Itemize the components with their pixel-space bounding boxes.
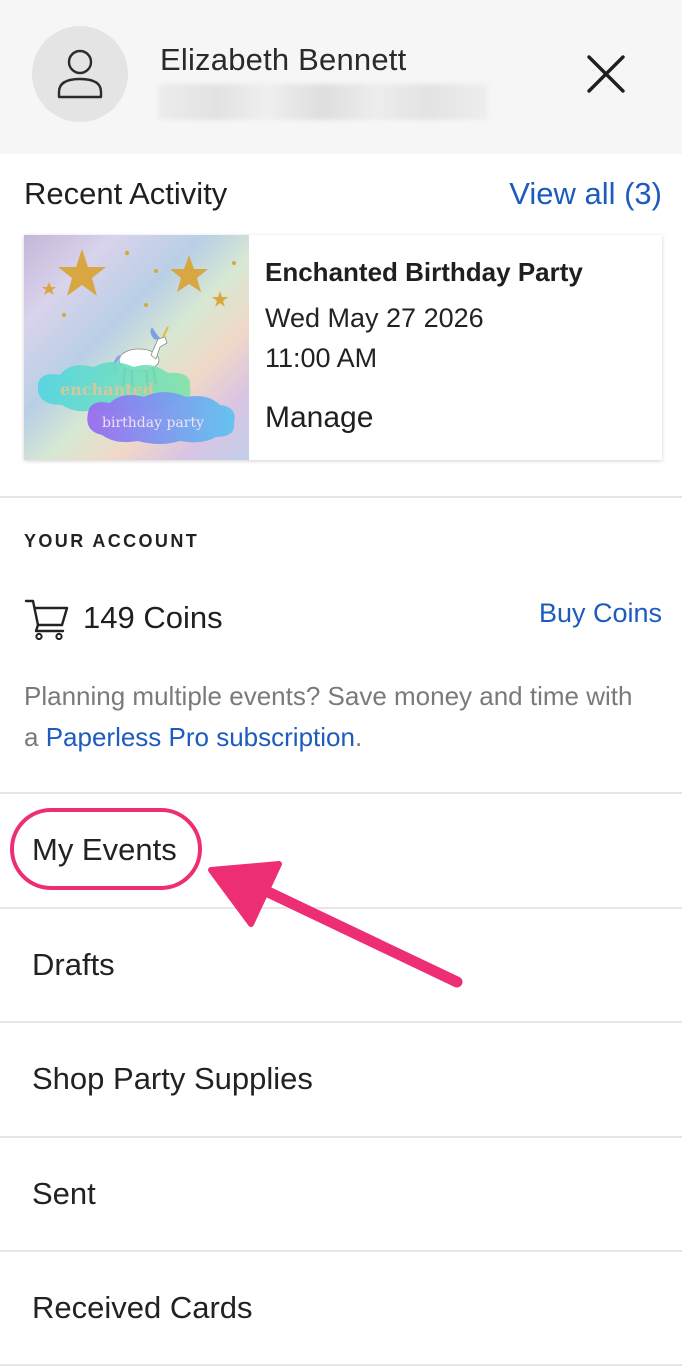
menu-item-shop-party-supplies[interactable]: Shop Party Supplies bbox=[0, 1023, 682, 1135]
cart-icon bbox=[24, 599, 69, 640]
buy-coins-link[interactable]: Buy Coins bbox=[539, 598, 662, 629]
recent-event-card[interactable]: enchanted birthday party Enchanted Birth… bbox=[24, 235, 662, 460]
promo-text: Planning multiple events? Save money and… bbox=[24, 676, 654, 758]
close-button[interactable] bbox=[582, 50, 630, 98]
avatar[interactable] bbox=[32, 26, 128, 122]
menu-item-sent[interactable]: Sent bbox=[0, 1138, 682, 1250]
svg-text:birthday party: birthday party bbox=[102, 415, 204, 431]
menu-item-label: Received Cards bbox=[32, 1290, 253, 1325]
menu-item-received-cards[interactable]: Received Cards bbox=[0, 1252, 682, 1364]
event-title: Enchanted Birthday Party bbox=[265, 257, 583, 287]
menu-item-label: Shop Party Supplies bbox=[32, 1061, 313, 1096]
divider bbox=[0, 1364, 682, 1366]
account-heading: YOUR ACCOUNT bbox=[24, 531, 200, 551]
event-time: 11:00 AM bbox=[265, 343, 378, 373]
menu-item-label: Sent bbox=[32, 1176, 96, 1211]
unicorn-invitation-artwork: enchanted birthday party bbox=[37, 249, 236, 444]
menu-item-label: Drafts bbox=[32, 947, 115, 982]
divider bbox=[0, 496, 682, 498]
event-thumbnail: enchanted birthday party bbox=[24, 235, 249, 460]
coins-balance: 149 Coins bbox=[83, 600, 223, 635]
promo-text-end: . bbox=[354, 722, 363, 752]
paperless-pro-link[interactable]: Paperless Pro subscription bbox=[46, 722, 355, 752]
view-all-link[interactable]: View all (3) bbox=[509, 176, 662, 212]
highlight-circle bbox=[10, 808, 202, 890]
recent-activity-title: Recent Activity bbox=[24, 176, 228, 211]
close-icon bbox=[587, 55, 625, 93]
user-email-redacted bbox=[158, 84, 488, 120]
account-header: Elizabeth Bennett bbox=[0, 0, 682, 154]
user-name: Elizabeth Bennett bbox=[160, 42, 407, 77]
arrow-icon bbox=[208, 861, 463, 988]
event-date: Wed May 27 2026 bbox=[265, 303, 484, 333]
person-icon bbox=[57, 49, 103, 99]
manage-button[interactable]: Manage bbox=[265, 401, 373, 435]
